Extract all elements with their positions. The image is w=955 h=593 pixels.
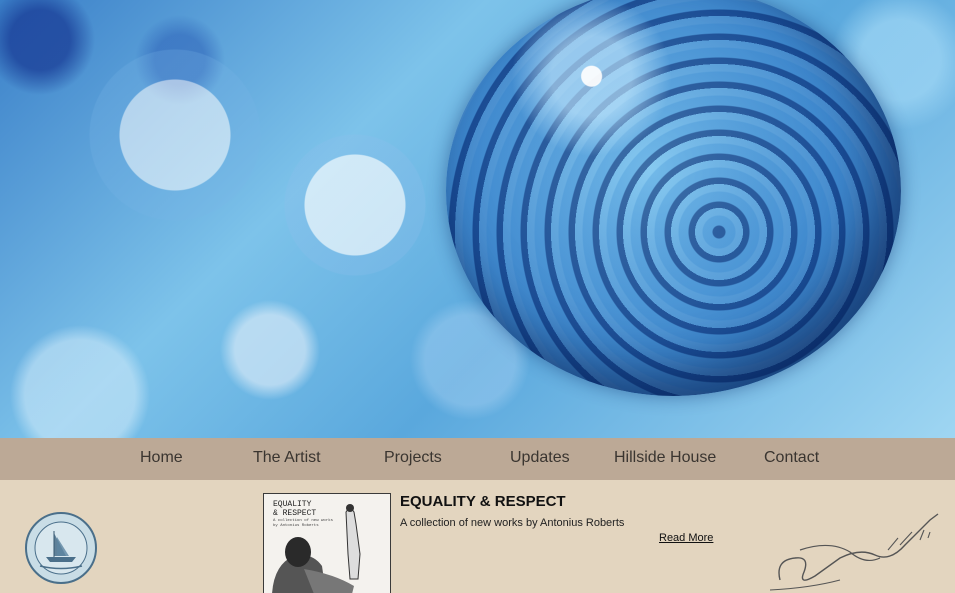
page: Home The Artist Projects Updates Hillsid… — [0, 0, 955, 593]
post-thumbnail[interactable]: EQUALITY & RESPECT A collection of new w… — [263, 493, 391, 593]
nav-projects[interactable]: Projects — [384, 449, 442, 467]
post-summary: A collection of new works by Antonius Ro… — [400, 517, 625, 529]
thumbnail-figures-illustration — [272, 504, 361, 593]
nav-home[interactable]: Home — [140, 449, 183, 467]
hero-banner — [0, 0, 955, 438]
sailing-ship-icon — [25, 512, 97, 584]
main-nav: Home The Artist Projects Updates Hillsid… — [0, 438, 955, 480]
glass-orb-artwork — [446, 0, 901, 396]
nav-updates[interactable]: Updates — [510, 449, 570, 467]
content-area: EQUALITY & RESPECT A collection of new w… — [0, 480, 955, 593]
post-title[interactable]: EQUALITY & RESPECT — [400, 493, 566, 510]
nav-the-artist[interactable]: The Artist — [253, 449, 321, 467]
nav-hillside-house[interactable]: Hillside House — [614, 449, 716, 467]
nav-contact[interactable]: Contact — [764, 449, 819, 467]
read-more-link[interactable]: Read More — [659, 532, 713, 544]
schooner-bay-logo[interactable] — [24, 511, 98, 585]
artist-signature — [770, 513, 939, 591]
